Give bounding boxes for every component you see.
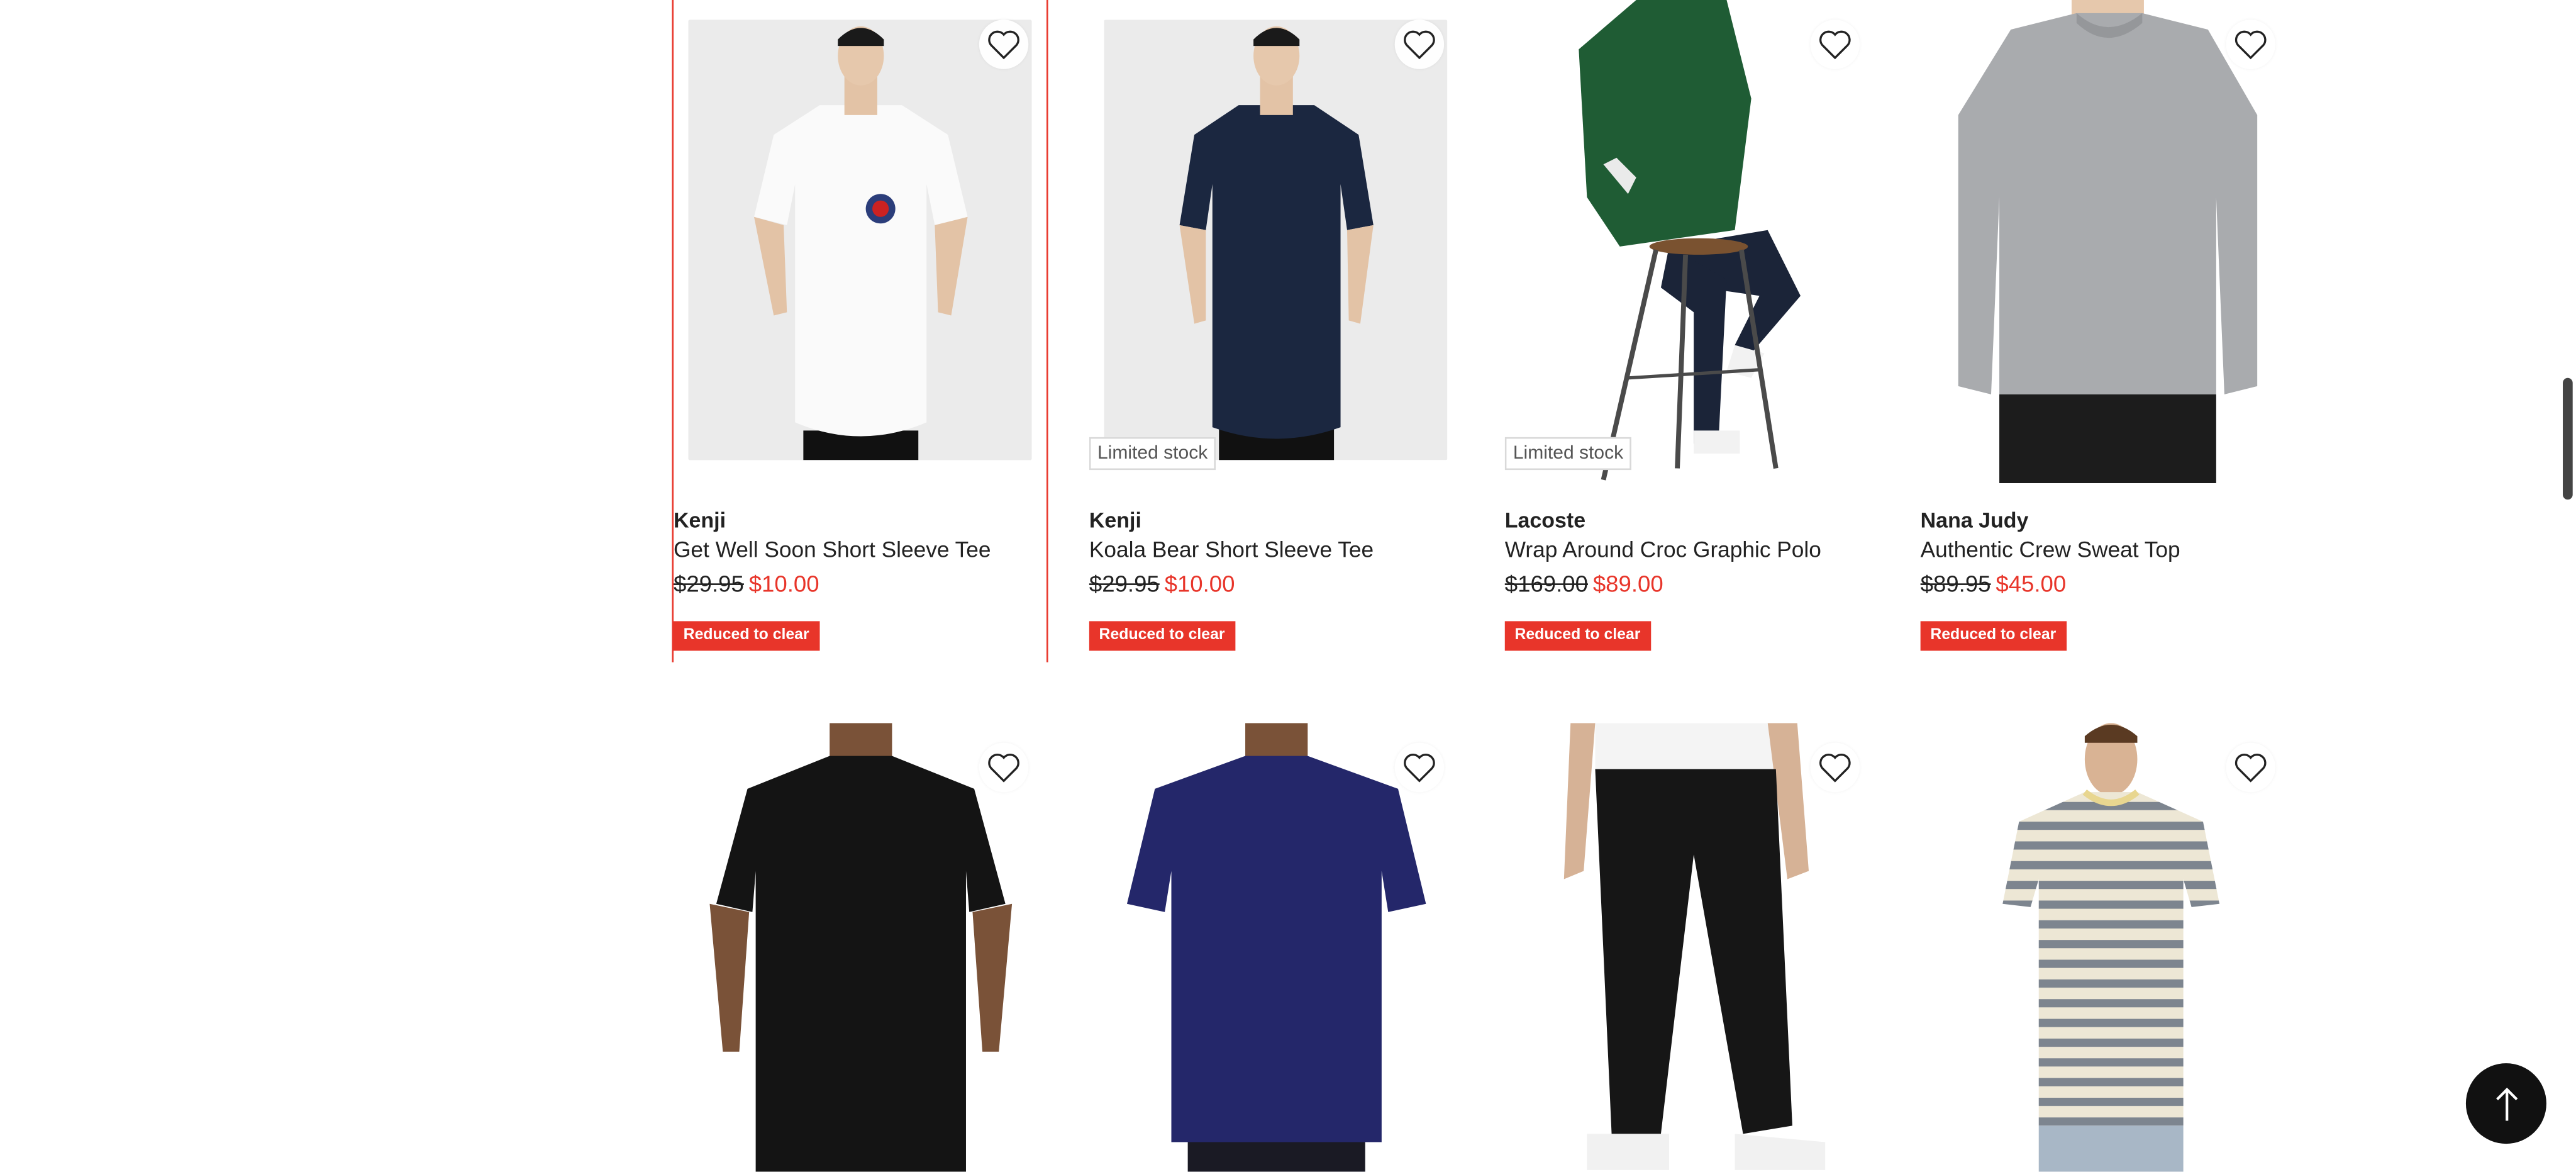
product-image[interactable] <box>1920 723 2296 1172</box>
product-card[interactable]: Limited stock Kenji Koala Bear Short Sle… <box>1089 0 1464 666</box>
product-prices: $169.00 $89.00 <box>1505 570 1663 596</box>
original-price: $29.95 <box>1089 570 1160 597</box>
product-image[interactable] <box>674 723 1048 1172</box>
product-image[interactable] <box>674 0 1048 483</box>
product-image[interactable] <box>1089 723 1464 1172</box>
favorite-button[interactable] <box>1394 20 1445 69</box>
favorite-button[interactable] <box>979 20 1029 69</box>
product-card[interactable] <box>674 723 1048 1172</box>
back-to-top-button[interactable] <box>2465 1063 2546 1144</box>
scrollbar-thumb[interactable] <box>2563 377 2573 500</box>
favorite-button[interactable] <box>1810 742 1860 793</box>
product-prices: $29.95 $10.00 <box>674 570 819 596</box>
sale-price: $10.00 <box>748 570 819 597</box>
product-prices: $89.95 $45.00 <box>1921 570 2067 596</box>
product-photo <box>1920 0 2296 483</box>
product-title[interactable]: Get Well Soon Short Sleeve Tee <box>674 537 991 562</box>
product-card[interactable] <box>1504 723 1880 1172</box>
product-photo <box>1504 0 1880 483</box>
product-prices: $29.95 $10.00 <box>1089 570 1235 596</box>
product-title[interactable]: Authentic Crew Sweat Top <box>1921 537 2180 562</box>
heart-outline-icon <box>988 754 1019 783</box>
favorite-button[interactable] <box>1810 20 1860 69</box>
heart-outline-icon <box>1819 754 1851 783</box>
favorite-button[interactable] <box>2226 20 2275 69</box>
heart-outline-icon <box>1404 30 1435 60</box>
product-card[interactable]: Kenji Get Well Soon Short Sleeve Tee $29… <box>672 0 1048 666</box>
product-brand[interactable]: Nana Judy <box>1921 508 2029 532</box>
product-image[interactable] <box>1504 723 1880 1172</box>
product-photo <box>674 723 1048 1172</box>
product-card[interactable] <box>1089 723 1464 1172</box>
product-brand[interactable]: Kenji <box>674 508 726 532</box>
heart-outline-icon <box>988 30 1019 60</box>
product-photo <box>1920 723 2296 1172</box>
sale-price: $10.00 <box>1164 570 1235 597</box>
limited-stock-label: Limited stock <box>1089 437 1216 471</box>
heart-outline-icon <box>1404 754 1435 783</box>
favorite-button[interactable] <box>979 742 1029 793</box>
product-brand[interactable]: Lacoste <box>1505 508 1585 532</box>
limited-stock-label: Limited stock <box>1504 437 1632 471</box>
reduced-badge: Reduced to clear <box>1920 621 2067 651</box>
product-image[interactable]: Limited stock <box>1089 0 1464 483</box>
product-grid-page: Kenji Get Well Soon Short Sleeve Tee $29… <box>0 0 2576 1172</box>
heart-outline-icon <box>1819 30 1851 60</box>
product-image[interactable]: Limited stock <box>1504 0 1880 483</box>
reduced-badge: Reduced to clear <box>674 621 819 651</box>
product-card[interactable]: Limited stock Lacoste Wrap Around Croc G… <box>1504 0 1880 666</box>
arrow-up-icon <box>2495 1086 2518 1120</box>
sale-price: $89.00 <box>1592 570 1663 597</box>
heart-outline-icon <box>2235 754 2267 783</box>
original-price: $89.95 <box>1920 570 1991 597</box>
product-photo <box>1089 723 1464 1172</box>
product-card[interactable]: Nana Judy Authentic Crew Sweat Top $89.9… <box>1920 0 2296 666</box>
original-price: $29.95 <box>674 570 744 597</box>
product-photo <box>688 20 1032 460</box>
favorite-button[interactable] <box>2226 742 2275 793</box>
product-photo <box>1504 723 1880 1172</box>
sale-price: $45.00 <box>1996 570 2067 597</box>
original-price: $169.00 <box>1504 570 1588 597</box>
product-title[interactable]: Wrap Around Croc Graphic Polo <box>1505 537 1821 562</box>
product-brand[interactable]: Kenji <box>1089 508 1141 532</box>
product-image[interactable] <box>1920 0 2296 483</box>
reduced-badge: Reduced to clear <box>1504 621 1651 651</box>
product-photo <box>1104 20 1448 460</box>
favorite-button[interactable] <box>1394 742 1445 793</box>
heart-outline-icon <box>2235 30 2267 60</box>
reduced-badge: Reduced to clear <box>1089 621 1235 651</box>
product-card[interactable] <box>1920 723 2296 1172</box>
product-title[interactable]: Koala Bear Short Sleeve Tee <box>1089 537 1374 562</box>
